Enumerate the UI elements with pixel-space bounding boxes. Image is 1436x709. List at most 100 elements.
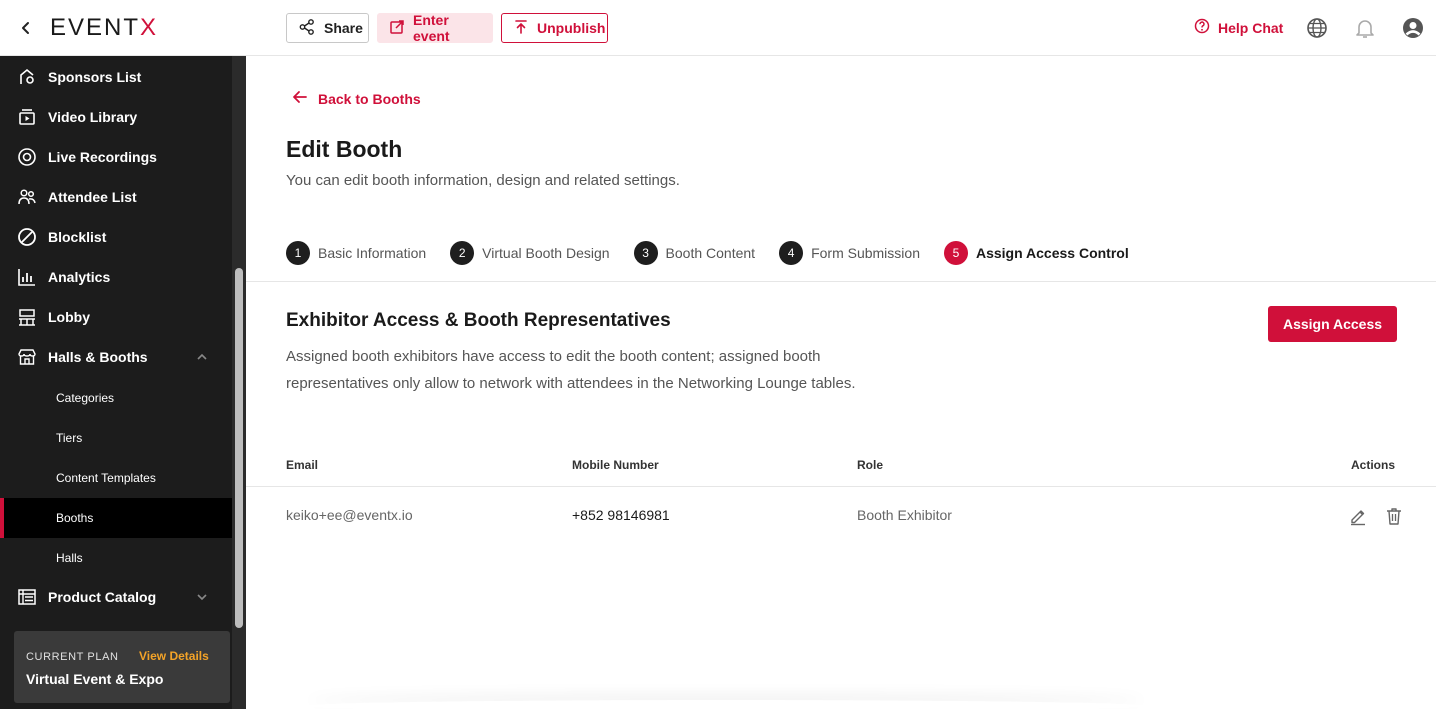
top-bar: EVENTX Share Enter event Unpublish Help … <box>0 0 1436 56</box>
sidebar-item-label: Blocklist <box>48 229 107 245</box>
delete-icon[interactable] <box>1383 505 1405 527</box>
sidebar-subitem-label: Content Templates <box>56 471 156 485</box>
sidebar-subitem-booths[interactable]: Booths <box>0 498 232 538</box>
eventx-logo[interactable]: EVENTX <box>50 14 158 42</box>
view-details-link[interactable]: View Details <box>139 649 209 663</box>
sidebar-subitem-label: Tiers <box>56 431 83 445</box>
back-to-booths-link[interactable]: Back to Booths <box>292 89 421 108</box>
sidebar: Sponsors List Video Library Live Recordi… <box>0 56 246 709</box>
share-label: Share <box>324 20 363 36</box>
chevron-down-icon[interactable] <box>194 589 210 605</box>
sidebar-item-live-recordings[interactable]: Live Recordings <box>0 137 232 177</box>
sponsor-icon <box>16 66 38 88</box>
step-virtual-booth-design[interactable]: 2 Virtual Booth Design <box>450 241 610 265</box>
arrow-left-icon <box>292 89 308 108</box>
sidebar-item-video-library[interactable]: Video Library <box>0 97 232 137</box>
sidebar-item-lobby[interactable]: Lobby <box>0 297 232 337</box>
enter-event-label: Enter event <box>413 12 450 44</box>
users-icon <box>16 186 38 208</box>
edit-icon[interactable] <box>1347 505 1369 527</box>
help-chat-label: Help Chat <box>1218 19 1284 36</box>
cell-email: keiko+ee@eventx.io <box>286 507 413 523</box>
back-to-booths-label: Back to Booths <box>318 90 421 107</box>
step-number: 4 <box>779 241 804 265</box>
bar-chart-icon <box>16 266 38 288</box>
section-description: Assigned booth exhibitors have access to… <box>286 348 856 392</box>
upload-icon <box>513 19 529 38</box>
table-header-email: Email <box>286 458 319 472</box>
help-chat-button[interactable]: Help Chat <box>1194 18 1283 37</box>
lobby-icon <box>16 306 38 328</box>
sidebar-item-label: Video Library <box>48 109 138 125</box>
step-number: 2 <box>450 241 475 265</box>
sidebar-item-label: Product Catalog <box>48 589 157 605</box>
footer-shadow <box>306 700 1146 709</box>
sidebar-scrollbar[interactable] <box>235 268 243 628</box>
table-header-mobile: Mobile Number <box>572 458 659 472</box>
step-number: 3 <box>633 241 658 265</box>
video-library-icon <box>16 106 38 128</box>
sidebar-item-product-catalog[interactable]: Product Catalog <box>0 577 232 617</box>
step-label: Virtual Booth Design <box>482 245 610 261</box>
sidebar-item-blocklist[interactable]: Blocklist <box>0 217 232 257</box>
step-assign-access-control[interactable]: 5 Assign Access Control <box>943 241 1129 265</box>
current-plan-card: CURRENT PLAN View Details Virtual Event … <box>14 631 230 703</box>
stepper: 1 Basic Information 2 Virtual Booth Desi… <box>286 241 1153 265</box>
sidebar-subitem-label: Booths <box>56 511 94 525</box>
globe-icon[interactable] <box>1305 16 1329 40</box>
share-icon <box>298 18 316 39</box>
sidebar-item-label: Sponsors List <box>48 69 142 85</box>
step-booth-content[interactable]: 3 Booth Content <box>633 241 756 265</box>
cell-role: Booth Exhibitor <box>857 507 952 523</box>
sidebar-item-label: Attendee List <box>48 189 137 205</box>
step-number: 1 <box>286 241 310 265</box>
plan-name: Virtual Event & Expo <box>26 671 164 687</box>
sidebar-subitem-content-templates[interactable]: Content Templates <box>0 458 232 498</box>
sidebar-subitem-halls[interactable]: Halls <box>0 538 232 578</box>
section-title: Exhibitor Access & Booth Representatives <box>286 310 671 331</box>
step-label: Booth Content <box>665 245 756 261</box>
back-chevron-icon[interactable] <box>16 18 36 38</box>
share-button[interactable]: Share <box>286 13 369 43</box>
table-header-actions: Actions <box>1351 458 1396 472</box>
assign-access-button[interactable]: Assign Access <box>1268 306 1397 342</box>
main-content: Back to Booths Edit Booth You can edit b… <box>246 56 1436 709</box>
stepper-divider <box>246 281 1436 282</box>
help-circle-icon <box>1194 18 1210 37</box>
chevron-up-icon[interactable] <box>194 349 210 365</box>
unpublish-button[interactable]: Unpublish <box>501 13 608 43</box>
step-label: Form Submission <box>811 245 920 261</box>
step-basic-information[interactable]: 1 Basic Information <box>286 241 426 265</box>
page-subtitle: You can edit booth information, design a… <box>286 172 680 189</box>
external-link-icon <box>389 19 405 38</box>
sidebar-subitem-label: Categories <box>56 391 115 405</box>
sidebar-item-label: Analytics <box>48 269 111 285</box>
sidebar-item-label: Lobby <box>48 309 90 325</box>
sidebar-item-attendee-list[interactable]: Attendee List <box>0 177 232 217</box>
sidebar-item-analytics[interactable]: Analytics <box>0 257 232 297</box>
step-label: Assign Access Control <box>975 245 1129 261</box>
table-header-role: Role <box>857 458 884 472</box>
sidebar-item-halls-booths[interactable]: Halls & Booths <box>0 337 232 377</box>
catalog-icon <box>16 586 38 608</box>
block-icon <box>16 226 38 248</box>
sidebar-subitem-label: Halls <box>56 551 83 565</box>
step-label: Basic Information <box>318 245 427 261</box>
cell-mobile: +852 98146981 <box>572 507 670 523</box>
store-icon <box>16 346 38 368</box>
table-header-divider <box>246 486 1436 487</box>
step-number: 5 <box>943 241 968 265</box>
user-circle-icon[interactable] <box>1401 16 1425 40</box>
sidebar-item-label: Live Recordings <box>48 149 157 165</box>
plan-caption: CURRENT PLAN <box>26 651 119 663</box>
bell-icon[interactable] <box>1353 16 1377 40</box>
sidebar-subitem-tiers[interactable]: Tiers <box>0 418 232 458</box>
sidebar-item-label: Halls & Booths <box>48 349 148 365</box>
sidebar-subitem-categories[interactable]: Categories <box>0 378 232 418</box>
step-form-submission[interactable]: 4 Form Submission <box>779 241 920 265</box>
page-title: Edit Booth <box>286 136 403 162</box>
record-icon <box>16 146 38 168</box>
enter-event-button[interactable]: Enter event <box>377 12 493 44</box>
unpublish-label: Unpublish <box>537 20 606 36</box>
sidebar-item-sponsors-list[interactable]: Sponsors List <box>0 57 232 97</box>
